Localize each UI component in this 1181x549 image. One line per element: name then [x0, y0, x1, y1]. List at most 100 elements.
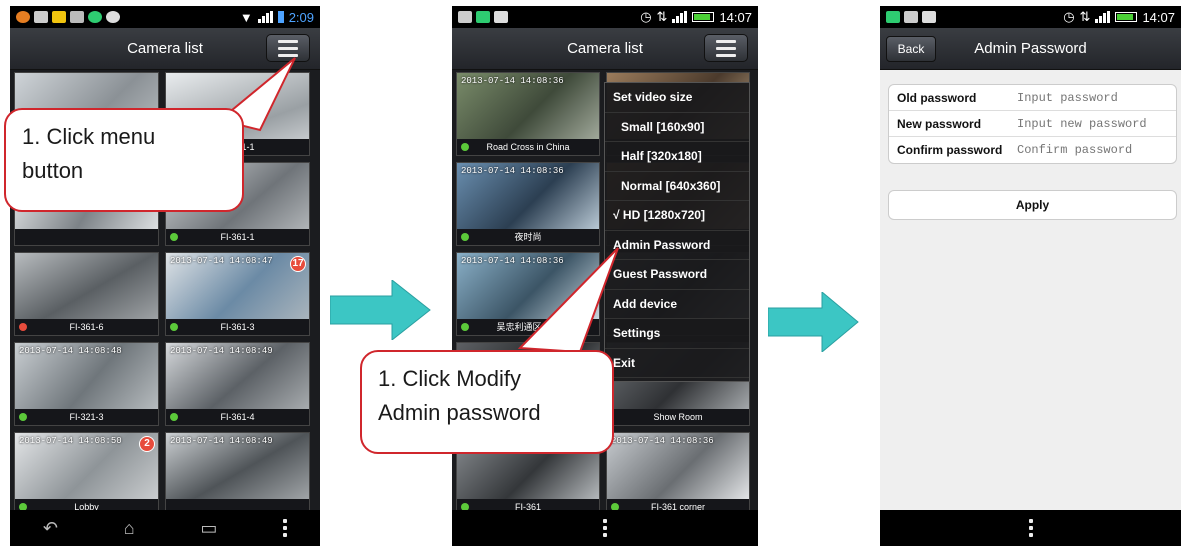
status-dot-icon	[19, 413, 27, 421]
field-label: Confirm password	[897, 143, 1003, 157]
callout-line: 1. Click Modify	[378, 366, 522, 391]
camera-timestamp: 2013-07-14 14:08:49	[170, 436, 273, 446]
message-notification-icon	[70, 11, 84, 23]
camera-name: FI-361-1	[166, 229, 309, 245]
arrow-right-icon	[330, 280, 431, 340]
form-row: Old password	[889, 85, 1176, 111]
alarm-icon: ◷	[1063, 9, 1075, 24]
camera-thumbnail	[15, 253, 158, 319]
menu-header-video-size: Set video size	[605, 83, 749, 113]
app-notification-icon	[106, 11, 120, 23]
title-bar: Camera list	[452, 28, 758, 70]
callout-click-admin-password: 1. Click Modify Admin password	[360, 350, 614, 454]
phone-admin-password: ◷ ⇅ 14:07 Back Admin Password Old passwo…	[880, 6, 1181, 546]
camera-name: Show Room	[607, 409, 749, 425]
notification-icons	[458, 11, 508, 23]
camera-tile[interactable]: FI-361-6	[14, 252, 159, 336]
camera-timestamp: 2013-07-14 14:08:50	[19, 436, 122, 446]
signal-icon	[257, 11, 273, 23]
camera-name: FI-361-4	[166, 409, 309, 425]
status-bar: ◷ ⇅ 14:07	[880, 6, 1181, 28]
status-time: 2:09	[288, 9, 314, 25]
recent-apps-icon[interactable]: ▭	[200, 518, 217, 539]
overflow-menu-icon[interactable]	[1028, 519, 1033, 537]
battery-icon	[692, 12, 715, 22]
camera-name: Road Cross in China	[457, 139, 599, 155]
back-button[interactable]: Back	[886, 36, 936, 62]
camera-tile[interactable]: 2013-07-14 14:08:47 FI-361-3 17	[165, 252, 310, 336]
camera-tile[interactable]: 2013-07-14 14:08:48 FI-321-3	[14, 342, 159, 426]
camera-name: FI-321-3	[15, 409, 158, 425]
form-row: New password	[889, 111, 1176, 137]
back-icon[interactable]: ↶	[43, 518, 58, 539]
hamburger-icon	[716, 39, 736, 43]
overflow-menu-icon[interactable]	[603, 519, 607, 537]
signal-icon	[1095, 11, 1111, 23]
form-row: Confirm password	[889, 137, 1176, 163]
status-dot-icon	[461, 143, 469, 151]
camera-tile[interactable]: 2013-07-14 14:08:49 FI-361-4	[165, 342, 310, 426]
nav-bar	[452, 510, 758, 546]
hamburger-icon	[278, 39, 298, 43]
arrow-right-icon	[768, 292, 859, 352]
camera-tile[interactable]: 2013-07-14 14:08:36 Road Cross in China	[456, 72, 600, 156]
notification-icons	[16, 11, 120, 23]
field-label: Old password	[897, 90, 977, 105]
overflow-menu-icon[interactable]	[283, 519, 288, 537]
alert-count-badge: 2	[139, 436, 155, 452]
android-notification-icon	[476, 11, 490, 23]
app-notification-icon	[52, 11, 66, 23]
page-title: Camera list	[127, 40, 203, 57]
camera-tile[interactable]: 2013-07-14 14:08:50 Lobby 2	[14, 432, 159, 516]
status-dot-icon	[461, 323, 469, 331]
status-bar: ◷ ⇅ 14:07	[452, 6, 758, 28]
signal-icon	[672, 11, 688, 23]
new-password-input[interactable]	[1017, 112, 1176, 135]
menu-item-small-160x90[interactable]: Small [160x90]	[605, 113, 749, 142]
mail-icon	[922, 11, 936, 23]
nav-bar	[880, 510, 1181, 546]
callout-line: Admin password	[378, 400, 541, 425]
menu-item-hd-1280x720[interactable]: √ HD [1280x720]	[605, 201, 749, 231]
camera-timestamp: 2013-07-14 14:08:36	[461, 166, 564, 176]
gallery-notification-icon	[458, 11, 472, 23]
old-password-input[interactable]	[1017, 86, 1176, 109]
tutorial-canvas: ▼ 2:09 Camera list FI-321-12013-07-14 14…	[0, 0, 1181, 549]
gallery-notification-icon	[904, 11, 918, 23]
apply-button[interactable]: Apply	[888, 190, 1177, 220]
menu-item-normal-640x360[interactable]: Normal [640x360]	[605, 172, 749, 201]
camera-name: FI-361-6	[15, 319, 158, 335]
camera-timestamp: 2013-07-14 14:08:47	[170, 256, 273, 266]
camera-timestamp: 2013-07-14 14:08:36	[461, 76, 564, 86]
home-icon[interactable]: ⌂	[124, 518, 135, 539]
app-notification-icon	[16, 11, 30, 23]
android-notification-icon	[886, 11, 900, 23]
callout-click-menu: 1. Click menu button	[4, 108, 244, 212]
admin-password-form-area: Old password New password Confirm password…	[880, 70, 1181, 510]
page-title: Admin Password	[974, 40, 1087, 57]
status-dot-icon	[170, 323, 178, 331]
nav-bar: ↶ ⌂ ▭	[10, 510, 320, 546]
status-dot-icon	[170, 233, 178, 241]
notification-icons	[886, 11, 936, 23]
status-dot-icon	[461, 233, 469, 241]
password-form: Old password New password Confirm password	[888, 84, 1177, 164]
callout-line: button	[22, 158, 84, 183]
camera-timestamp: 2013-07-14 14:08:36	[611, 436, 714, 446]
status-bar: ▼ 2:09	[10, 6, 320, 28]
status-time: 14:07	[719, 9, 752, 25]
app-notification-icon	[88, 11, 102, 23]
menu-item-half-320x180[interactable]: Half [320x180]	[605, 142, 749, 172]
status-dot-icon	[19, 323, 27, 331]
battery-icon	[277, 11, 284, 23]
menu-button[interactable]	[704, 34, 748, 62]
wifi-icon: ▼	[239, 9, 253, 25]
confirm-password-input[interactable]	[1017, 139, 1176, 161]
camera-tile[interactable]: 2013-07-14 14:08:36 FI-361 corner	[606, 432, 750, 516]
status-time: 14:07	[1142, 9, 1175, 25]
camera-tile[interactable]: 2013-07-14 14:08:49	[165, 432, 310, 516]
camera-timestamp: 2013-07-14 14:08:49	[170, 346, 273, 356]
title-bar: Back Admin Password	[880, 28, 1181, 70]
callout-line: 1. Click menu	[22, 124, 156, 149]
page-title: Camera list	[567, 40, 643, 57]
